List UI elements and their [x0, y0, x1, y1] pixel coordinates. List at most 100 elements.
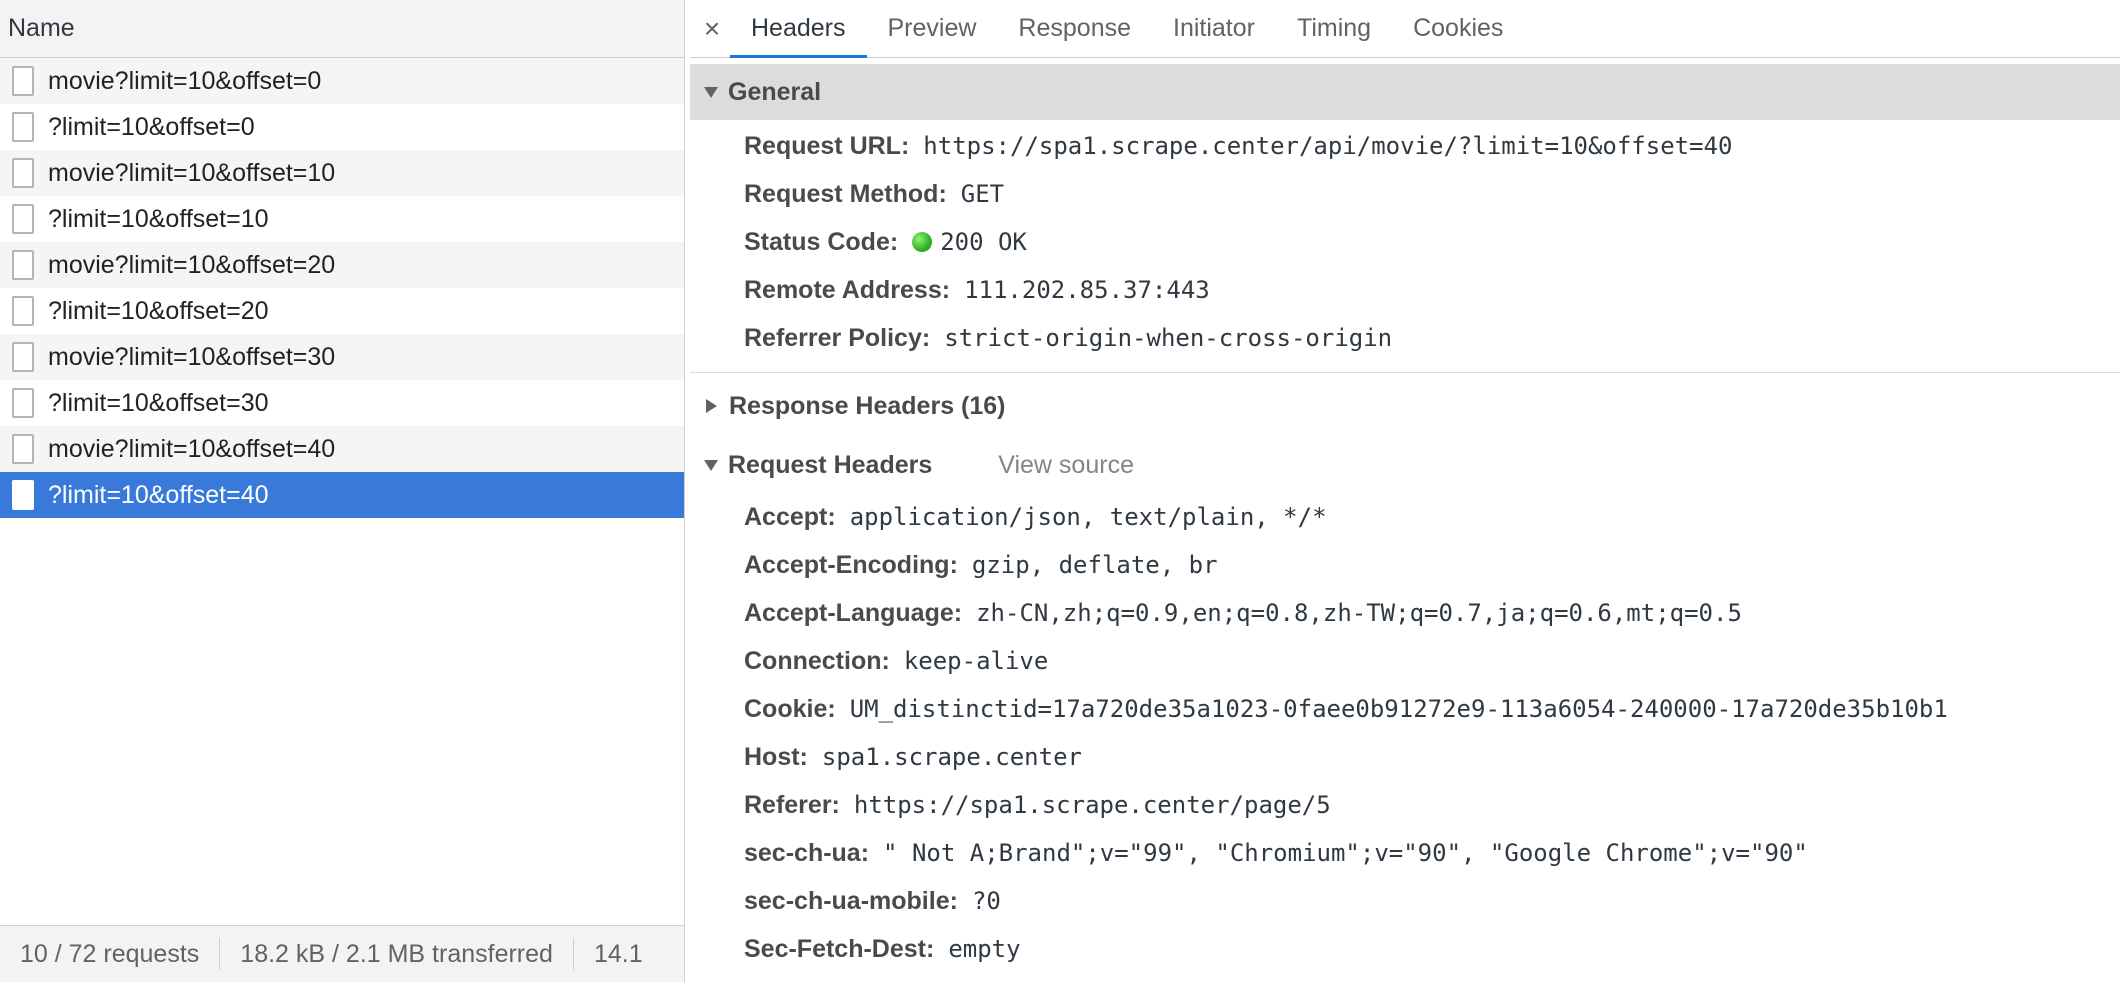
- header-value[interactable]: strict-origin-when-cross-origin: [944, 324, 1392, 352]
- header-value[interactable]: empty: [948, 935, 1020, 963]
- response-headers-section-header[interactable]: Response Headers (16): [690, 375, 2120, 437]
- request-headers-section-header[interactable]: Request Headers View source: [690, 437, 2120, 493]
- request-list-panel: Name movie?limit=10&offset=0 ?limit=10&of…: [0, 0, 685, 982]
- request-header-row: Sec-Fetch-Dest: empty: [744, 925, 2120, 973]
- request-row[interactable]: movie?limit=10&offset=20: [0, 242, 684, 288]
- request-row[interactable]: ?limit=10&offset=30: [0, 380, 684, 426]
- header-value[interactable]: https://spa1.scrape.center/page/5: [854, 791, 1331, 819]
- request-row[interactable]: movie?limit=10&offset=0: [0, 58, 684, 104]
- general-section-title: General: [728, 77, 822, 106]
- request-row[interactable]: movie?limit=10&offset=40: [0, 426, 684, 472]
- network-status-bar: 10 / 72 requests 18.2 kB / 2.1 MB transf…: [0, 925, 684, 982]
- header-key: Remote Address:: [744, 275, 951, 304]
- name-column-header[interactable]: Name: [0, 0, 684, 58]
- close-icon[interactable]: ×: [694, 0, 730, 57]
- header-value[interactable]: " Not A;Brand";v="99", "Chromium";v="90"…: [883, 839, 1808, 867]
- request-name: movie?limit=10&offset=20: [48, 250, 336, 279]
- header-key: Request URL:: [744, 131, 910, 160]
- header-value[interactable]: ?0: [972, 887, 1001, 915]
- request-name: movie?limit=10&offset=30: [48, 342, 336, 371]
- header-value[interactable]: 111.202.85.37:443: [964, 276, 1210, 304]
- header-value[interactable]: gzip, deflate, br: [972, 551, 1218, 579]
- header-key: sec-ch-ua-mobile:: [744, 886, 958, 915]
- header-key: Accept-Encoding:: [744, 550, 958, 579]
- request-headers-title: Request Headers: [728, 450, 933, 479]
- collapsed-triangle-icon: [706, 399, 717, 413]
- general-row-referrer-policy: Referrer Policy: strict-origin-when-cros…: [744, 314, 2120, 362]
- view-source-link[interactable]: View source: [998, 451, 1134, 480]
- file-icon: [12, 158, 34, 188]
- resources-size-truncated: 14.1: [593, 939, 643, 968]
- general-section-header[interactable]: General: [690, 64, 2120, 120]
- request-list: movie?limit=10&offset=0 ?limit=10&offset=…: [0, 58, 684, 518]
- header-value[interactable]: application/json, text/plain, */*: [850, 503, 1327, 531]
- request-name: movie?limit=10&offset=0: [48, 66, 322, 95]
- header-value[interactable]: spa1.scrape.center: [822, 743, 1082, 771]
- request-name: movie?limit=10&offset=10: [48, 158, 336, 187]
- general-list: Request URL: https://spa1.scrape.center/…: [690, 120, 2120, 362]
- file-icon: [12, 296, 34, 326]
- header-value[interactable]: zh-CN,zh;q=0.9,en;q=0.8,zh-TW;q=0.7,ja;q…: [976, 599, 1742, 627]
- request-header-row: Referer: https://spa1.scrape.center/page…: [744, 781, 2120, 829]
- transferred-size: 18.2 kB / 2.1 MB transferred: [240, 939, 553, 968]
- file-icon: [12, 204, 34, 234]
- tab-initiator[interactable]: Initiator: [1152, 0, 1276, 57]
- request-header-row: Host: spa1.scrape.center: [744, 733, 2120, 781]
- header-key: Referer:: [744, 790, 840, 819]
- file-icon: [12, 250, 34, 280]
- request-header-row: Accept-Encoding: gzip, deflate, br: [744, 541, 2120, 589]
- header-key: Sec-Fetch-Dest:: [744, 934, 935, 963]
- request-name: movie?limit=10&offset=40: [48, 434, 336, 463]
- header-value[interactable]: GET: [961, 180, 1004, 208]
- file-icon: [12, 434, 34, 464]
- request-header-row: Accept-Language: zh-CN,zh;q=0.9,en;q=0.8…: [744, 589, 2120, 637]
- header-value[interactable]: 200 OK: [940, 228, 1027, 256]
- requests-count: 10 / 72 requests: [20, 939, 200, 968]
- request-row[interactable]: ?limit=10&offset=10: [0, 196, 684, 242]
- general-row-status-code: Status Code: 200 OK: [744, 218, 2120, 266]
- general-row-remote-address: Remote Address: 111.202.85.37:443: [744, 266, 2120, 314]
- header-value[interactable]: UM_distinctid=17a720de35a1023-0faee0b912…: [850, 695, 1948, 723]
- request-header-row: Cookie: UM_distinctid=17a720de35a1023-0f…: [744, 685, 2120, 733]
- tab-timing[interactable]: Timing: [1276, 0, 1392, 57]
- tab-response[interactable]: Response: [997, 0, 1152, 57]
- request-row[interactable]: ?limit=10&offset=0: [0, 104, 684, 150]
- header-key: Connection:: [744, 646, 890, 675]
- request-row[interactable]: movie?limit=10&offset=30: [0, 334, 684, 380]
- response-headers-title: Response Headers (16): [729, 391, 1006, 420]
- tab-cookies[interactable]: Cookies: [1392, 0, 1524, 57]
- status-ok-icon: [912, 232, 933, 252]
- expand-triangle-icon: [704, 459, 718, 471]
- request-details-panel: × Headers Preview Response Initiator Tim…: [690, 0, 2120, 982]
- file-icon: [12, 342, 34, 372]
- request-name: ?limit=10&offset=20: [48, 296, 269, 325]
- request-row[interactable]: ?limit=10&offset=20: [0, 288, 684, 334]
- request-header-row: Accept: application/json, text/plain, */…: [744, 493, 2120, 541]
- request-row[interactable]: ?limit=10&offset=40: [0, 472, 684, 518]
- expand-triangle-icon: [704, 86, 718, 98]
- request-row[interactable]: movie?limit=10&offset=10: [0, 150, 684, 196]
- header-key: Host:: [744, 742, 808, 771]
- request-name: ?limit=10&offset=0: [48, 112, 255, 141]
- header-key: Request Method:: [744, 179, 947, 208]
- request-name: ?limit=10&offset=10: [48, 204, 269, 233]
- general-row-request-method: Request Method: GET: [744, 170, 2120, 218]
- header-key: sec-ch-ua:: [744, 838, 870, 867]
- tab-headers[interactable]: Headers: [730, 0, 867, 58]
- request-header-row: Connection: keep-alive: [744, 637, 2120, 685]
- header-value[interactable]: https://spa1.scrape.center/api/movie/?li…: [923, 132, 1732, 160]
- request-header-row: sec-ch-ua-mobile: ?0: [744, 877, 2120, 925]
- name-column-label: Name: [8, 14, 75, 42]
- details-tab-bar: × Headers Preview Response Initiator Tim…: [690, 0, 2120, 58]
- request-headers-list: Accept: application/json, text/plain, */…: [690, 493, 2120, 973]
- header-value[interactable]: keep-alive: [904, 647, 1049, 675]
- tab-preview[interactable]: Preview: [867, 0, 998, 57]
- general-row-request-url: Request URL: https://spa1.scrape.center/…: [744, 122, 2120, 170]
- request-header-row: sec-ch-ua: " Not A;Brand";v="99", "Chrom…: [744, 829, 2120, 877]
- file-icon: [12, 480, 34, 510]
- file-icon: [12, 112, 34, 142]
- section-divider: [690, 372, 2120, 373]
- devtools-network-window: Name movie?limit=10&offset=0 ?limit=10&of…: [0, 0, 2120, 982]
- header-key: Referrer Policy:: [744, 323, 931, 352]
- header-key: Accept:: [744, 502, 836, 531]
